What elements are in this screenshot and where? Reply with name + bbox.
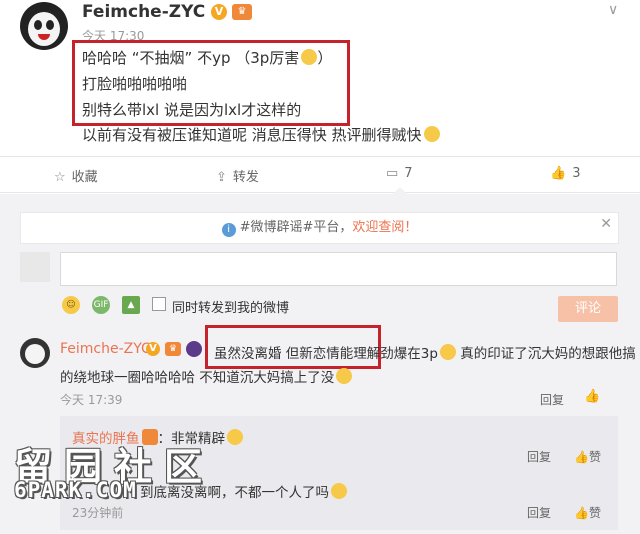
comment-input[interactable] [60,252,617,286]
like-label: 赞 [588,450,601,464]
reply-button[interactable]: 回复 [527,448,551,465]
notice-link[interactable]: 欢迎查阅！ [352,220,417,235]
like-button[interactable]: 👍赞 [574,448,601,465]
v-badge-icon: V [211,4,227,20]
level-badge-icon [186,341,202,357]
repost-icon: ⇪ [216,170,227,185]
post-username[interactable]: Feimche-ZYC [82,2,205,22]
post-line-1-text: 哈哈哈 “不抽烟” 不yp （3p厉害 [82,49,300,67]
think-emoji-icon [423,126,440,142]
repost-checkbox[interactable] [152,297,166,311]
post-line-2: 打脸啪啪啪啪啪 [82,75,188,93]
like-label: 赞 [588,506,601,520]
post-line-1: 哈哈哈 “不抽烟” 不yp （3p厉害 ） [82,47,332,68]
divider [0,192,640,193]
post-line-3: 别特么带lxl 说是因为lxl才这样的 [82,101,302,119]
reply-button[interactable]: 回复 [540,391,564,408]
repost-label: 转发 [232,170,259,185]
repost-checkbox-label: 同时转发到我的微博 [172,301,290,316]
notice-text: #微博辟谣#平台， [239,220,353,235]
like-icon: 👍 [550,166,567,181]
reply-button[interactable]: 回复 [527,504,551,521]
member-badge-icon: ♛ [165,342,181,356]
star-icon: ☆ [54,170,66,185]
like-icon: 👍 [574,450,589,464]
comment-text-rest: 劲爆在3p [380,346,438,362]
notice-bar: i #微博辟谣#平台，欢迎查阅！ [20,212,619,244]
post-line-4-text: 以前有没有被压谁知道呢 消息压得快 热评删得贼快 [82,126,422,144]
like-count: 3 [572,166,581,181]
like-button[interactable]: 👍 3 [550,166,580,181]
like-button[interactable]: 👍赞 [574,504,601,521]
grin-emoji-icon [301,49,318,65]
emoji-icon[interactable]: ☺ [62,296,80,314]
thumb-emoji-icon [227,429,243,445]
comment-text-boxed: 虽然没离婚 但新恋情能理解 [214,346,381,362]
submit-comment-button[interactable]: 评论 [558,296,618,322]
sub-reply-time: 23分钟前 [72,506,124,520]
comment-time: 今天 17:39 [60,393,123,407]
gif-icon[interactable]: GIF [92,296,110,314]
image-icon[interactable]: ▲ [122,296,140,314]
my-avatar [20,252,50,282]
comment-button[interactable]: ▭ 7 [386,166,413,181]
repost-button[interactable]: ⇪ 转发 [216,166,259,185]
favorite-label: 收藏 [71,170,98,185]
comment-area-pointer [393,187,407,194]
think-emoji-icon [336,368,353,384]
comment-text-rest-2: 真的印证了沉大妈的想跟他搞 [455,346,636,362]
comment-avatar[interactable] [20,338,50,368]
comment-icon: ▭ [386,166,399,181]
post-line-1-tail: ） [317,49,333,67]
sweat-emoji-icon [331,483,347,499]
member-badge-icon: ♛ [232,4,252,20]
comment-text-line-1: 虽然没离婚 但新恋情能理解劲爆在3p 真的印证了沉大妈的想跟他搞 [214,342,636,362]
favorite-button[interactable]: ☆ 收藏 [54,166,98,185]
divider [0,156,640,157]
info-icon: i [221,223,236,237]
cat-emoji-icon [439,344,456,360]
like-icon: 👍 [574,506,589,520]
post-line-4: 以前有没有被压谁知道呢 消息压得快 热评删得贼快 [82,124,440,145]
comment-count: 7 [404,166,413,181]
close-icon[interactable]: ✕ [600,216,612,232]
chevron-down-icon[interactable]: ∨ [608,2,618,18]
comment-text-line-2-text: 的绕地球一圈哈哈哈哈 不知道沉大妈搞上了没 [60,370,335,386]
comment-text-line-2: 的绕地球一圈哈哈哈哈 不知道沉大妈搞上了没 [60,366,353,386]
watermark-url: 6PARK.COM [14,478,137,502]
v-badge-icon: V [146,342,160,356]
like-icon[interactable]: 👍 [584,389,600,404]
comment-username[interactable]: Feimche-ZYC [60,341,151,357]
avatar[interactable] [20,2,68,50]
